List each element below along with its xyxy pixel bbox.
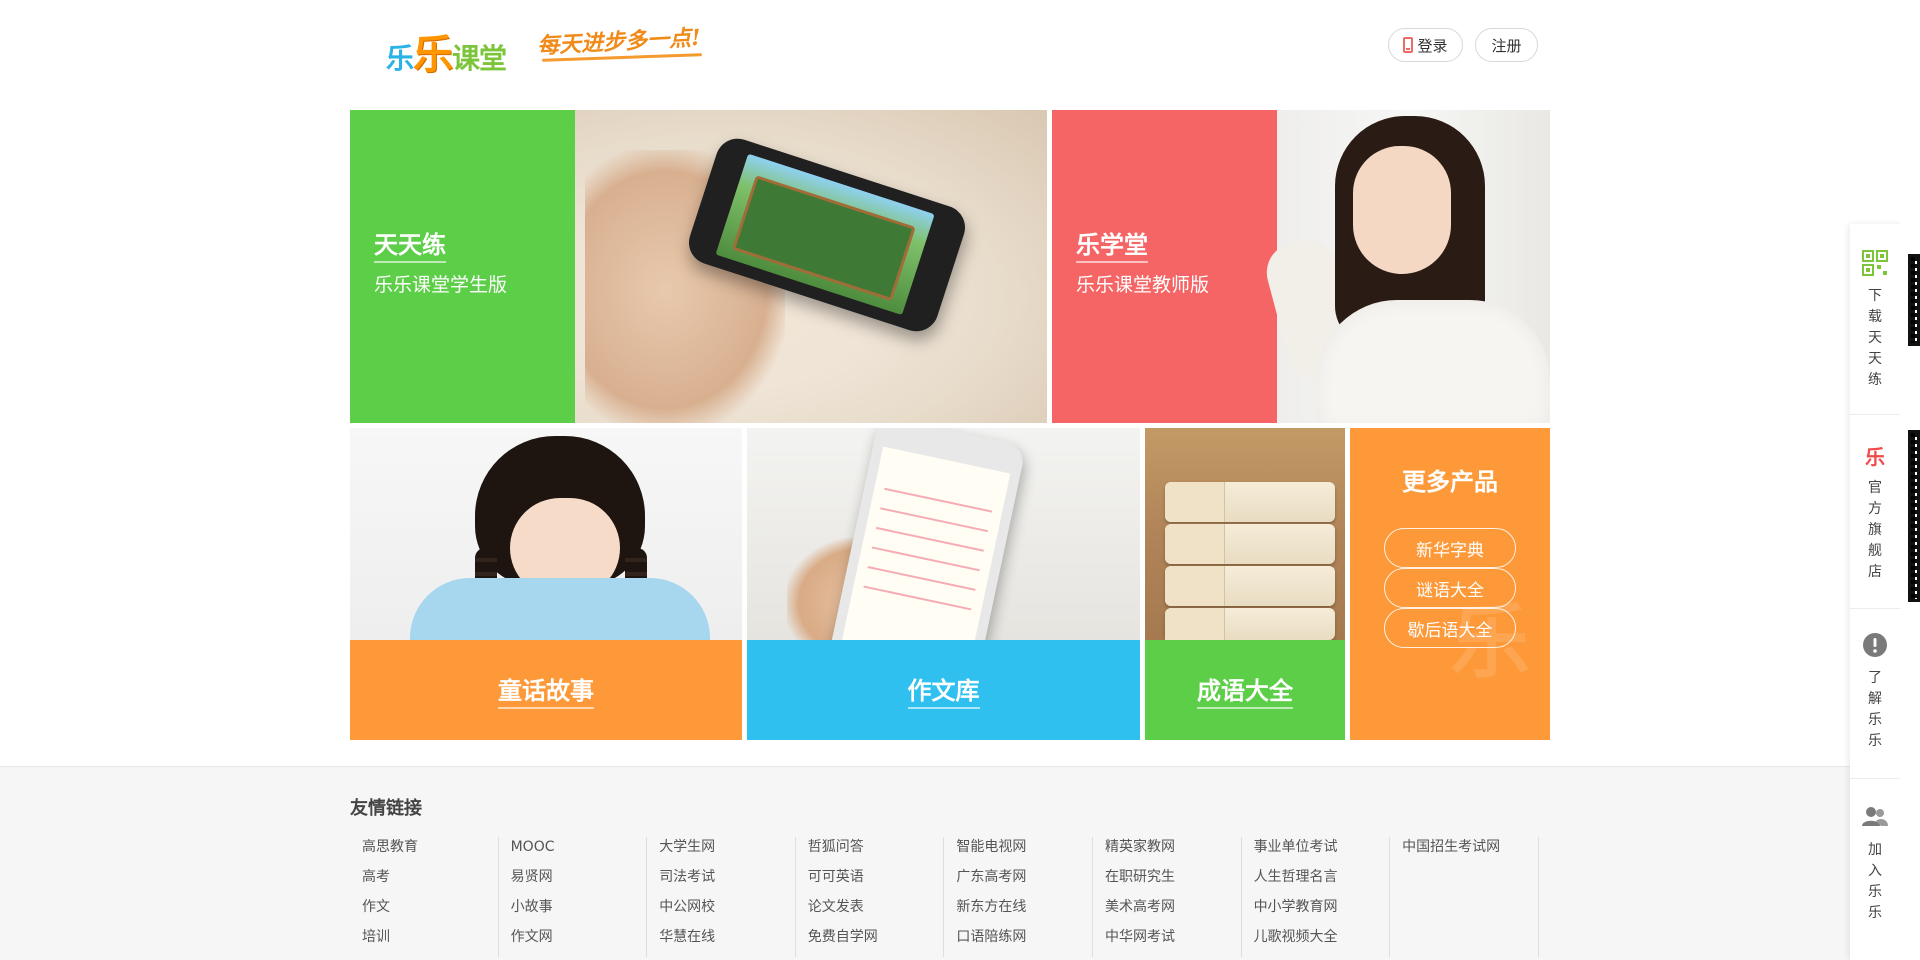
friend-link[interactable]: 精英家教网 (1105, 837, 1241, 867)
more-product-miyu-daquan[interactable]: 谜语大全 (1384, 568, 1516, 608)
link-column: 中国招生考试网 (1390, 837, 1539, 957)
book-illustration (1165, 566, 1335, 606)
divider (1850, 778, 1900, 779)
tile-lexuetang[interactable]: 乐学堂 乐乐课堂教师版 (1052, 110, 1550, 423)
friend-links: 高思教育 高考 作文 培训 MOOC 易贤网 小故事 作文网 大学生网 司法考试… (350, 837, 1539, 957)
friend-link[interactable]: MOOC (511, 837, 647, 867)
friend-link[interactable]: 美术高考网 (1105, 897, 1241, 927)
tile-more-products: 乐 更多产品 新华字典 谜语大全 歇后语大全 (1350, 428, 1550, 740)
link-column: 哲狐问答 可可英语 论文发表 免费自学网 (796, 837, 945, 957)
friend-link[interactable]: 事业单位考试 (1254, 837, 1390, 867)
qr-code-icon (1862, 250, 1888, 276)
link-column: 精英家教网 在职研究生 美术高考网 中华网考试 (1093, 837, 1242, 957)
logo[interactable]: 乐乐课堂 (386, 12, 526, 80)
tile-panel: 乐学堂 乐乐课堂教师版 (1052, 110, 1277, 423)
sidebar-item-store[interactable]: 乐 官方旗舰店 (1850, 442, 1900, 583)
friend-link[interactable]: 论文发表 (808, 897, 944, 927)
tile-band: 童话故事 (350, 640, 742, 740)
register-label: 注册 (1491, 36, 1522, 55)
friend-link[interactable]: 易贤网 (511, 867, 647, 897)
friend-link[interactable]: 大学生网 (659, 837, 795, 867)
logo-wordmark: 乐乐课堂 (386, 32, 507, 78)
sidebar-label: 了解乐乐 (1868, 670, 1882, 749)
more-product-xiehouyu-daquan[interactable]: 歇后语大全 (1384, 608, 1516, 648)
tile-panel: 天天练 乐乐课堂学生版 (350, 110, 575, 423)
link-column: 大学生网 司法考试 中公网校 华慧在线 (647, 837, 796, 957)
qr-code-icon (1908, 430, 1920, 602)
friend-link[interactable]: 小故事 (511, 897, 647, 927)
tile-band: 成语大全 (1145, 640, 1345, 740)
friend-link[interactable]: 可可英语 (808, 867, 944, 897)
friend-link[interactable]: 中华网考试 (1105, 927, 1241, 957)
book-illustration (1165, 524, 1335, 564)
tile-photo-phone-in-hand (575, 110, 1047, 423)
tile-title: 乐学堂 (1076, 225, 1148, 263)
sidebar-label: 下载天天练 (1868, 288, 1882, 388)
friend-link[interactable]: 中小学教育网 (1254, 897, 1390, 927)
friend-link[interactable]: 培训 (362, 927, 498, 957)
sidebar-label: 加入乐乐 (1868, 842, 1882, 921)
phone-icon (1403, 37, 1414, 53)
friend-link[interactable]: 司法考试 (659, 867, 795, 897)
tile-zuowen[interactable]: 作文库 (747, 428, 1140, 740)
qr-code-panel (1900, 214, 1920, 606)
tile-photo-girl-reading (350, 428, 742, 658)
tile-photo-books (1145, 428, 1345, 648)
friend-link[interactable]: 哲狐问答 (808, 837, 944, 867)
tile-title: 天天练 (374, 225, 446, 263)
friend-link[interactable]: 华慧在线 (659, 927, 795, 957)
friend-link[interactable]: 人生哲理名言 (1254, 867, 1390, 897)
friend-link[interactable]: 高思教育 (362, 837, 498, 867)
divider (1850, 608, 1900, 609)
info-icon (1862, 632, 1888, 658)
people-icon (1862, 804, 1888, 830)
friend-link[interactable]: 作文网 (511, 927, 647, 957)
teacher-face (1353, 146, 1451, 274)
link-column: 事业单位考试 人生哲理名言 中小学教育网 儿歌视频大全 (1242, 837, 1391, 957)
friend-link[interactable]: 中公网校 (659, 897, 795, 927)
teacher-body (1317, 300, 1550, 423)
login-button[interactable]: 登录 (1388, 28, 1463, 62)
tile-title: 童话故事 (498, 671, 594, 709)
tile-tonghua[interactable]: 童话故事 (350, 428, 742, 740)
tile-subtitle: 乐乐课堂学生版 (374, 274, 508, 296)
friend-link[interactable]: 儿歌视频大全 (1254, 927, 1390, 957)
friend-link[interactable]: 广东高考网 (956, 867, 1092, 897)
tile-title: 成语大全 (1197, 671, 1293, 709)
book-illustration (1165, 482, 1335, 522)
tile-chengyu[interactable]: 成语大全 (1145, 428, 1345, 740)
divider (1850, 414, 1900, 415)
friend-link[interactable]: 中国招生考试网 (1402, 837, 1538, 867)
friend-link[interactable]: 新东方在线 (956, 897, 1092, 927)
login-label: 登录 (1417, 36, 1448, 55)
link-column: 高思教育 高考 作文 培训 (350, 837, 499, 957)
more-products-title: 更多产品 (1402, 468, 1498, 496)
friend-link[interactable]: 高考 (362, 867, 498, 897)
sidebar-label: 官方旗舰店 (1868, 480, 1882, 580)
link-column: 智能电视网 广东高考网 新东方在线 口语陪练网 (944, 837, 1093, 957)
tile-subtitle: 乐乐课堂教师版 (1076, 274, 1210, 296)
qr-code-icon (1908, 254, 1920, 346)
tile-photo-teacher (1260, 110, 1550, 423)
register-button[interactable]: 注册 (1475, 28, 1538, 62)
sidebar-item-join[interactable]: 加入乐乐 (1850, 804, 1900, 924)
sidebar-item-about[interactable]: 了解乐乐 (1850, 632, 1900, 752)
header: 乐乐课堂 每天进步多一点! 登录 注册 (0, 0, 1920, 90)
friend-link[interactable]: 免费自学网 (808, 927, 944, 957)
tile-photo-phone-essay (747, 428, 1140, 691)
le-logo-icon: 乐 (1865, 444, 1885, 469)
friend-link[interactable]: 在职研究生 (1105, 867, 1241, 897)
sidebar-item-download[interactable]: 下载天天练 (1850, 250, 1900, 391)
more-product-xinhua-zidian[interactable]: 新华字典 (1384, 528, 1516, 568)
friend-link[interactable]: 口语陪练网 (956, 927, 1092, 957)
friend-link[interactable]: 智能电视网 (956, 837, 1092, 867)
tile-band: 作文库 (747, 640, 1140, 740)
tile-title: 作文库 (907, 671, 980, 709)
link-column: MOOC 易贤网 小故事 作文网 (499, 837, 648, 957)
tile-tiantianlian[interactable]: 天天练 乐乐课堂学生版 (350, 110, 1047, 423)
book-illustration (1165, 608, 1335, 648)
footer: 友情链接 高思教育 高考 作文 培训 MOOC 易贤网 小故事 作文网 大学生网… (0, 766, 1920, 960)
friend-link[interactable]: 作文 (362, 897, 498, 927)
friend-links-title: 友情链接 (350, 798, 422, 819)
